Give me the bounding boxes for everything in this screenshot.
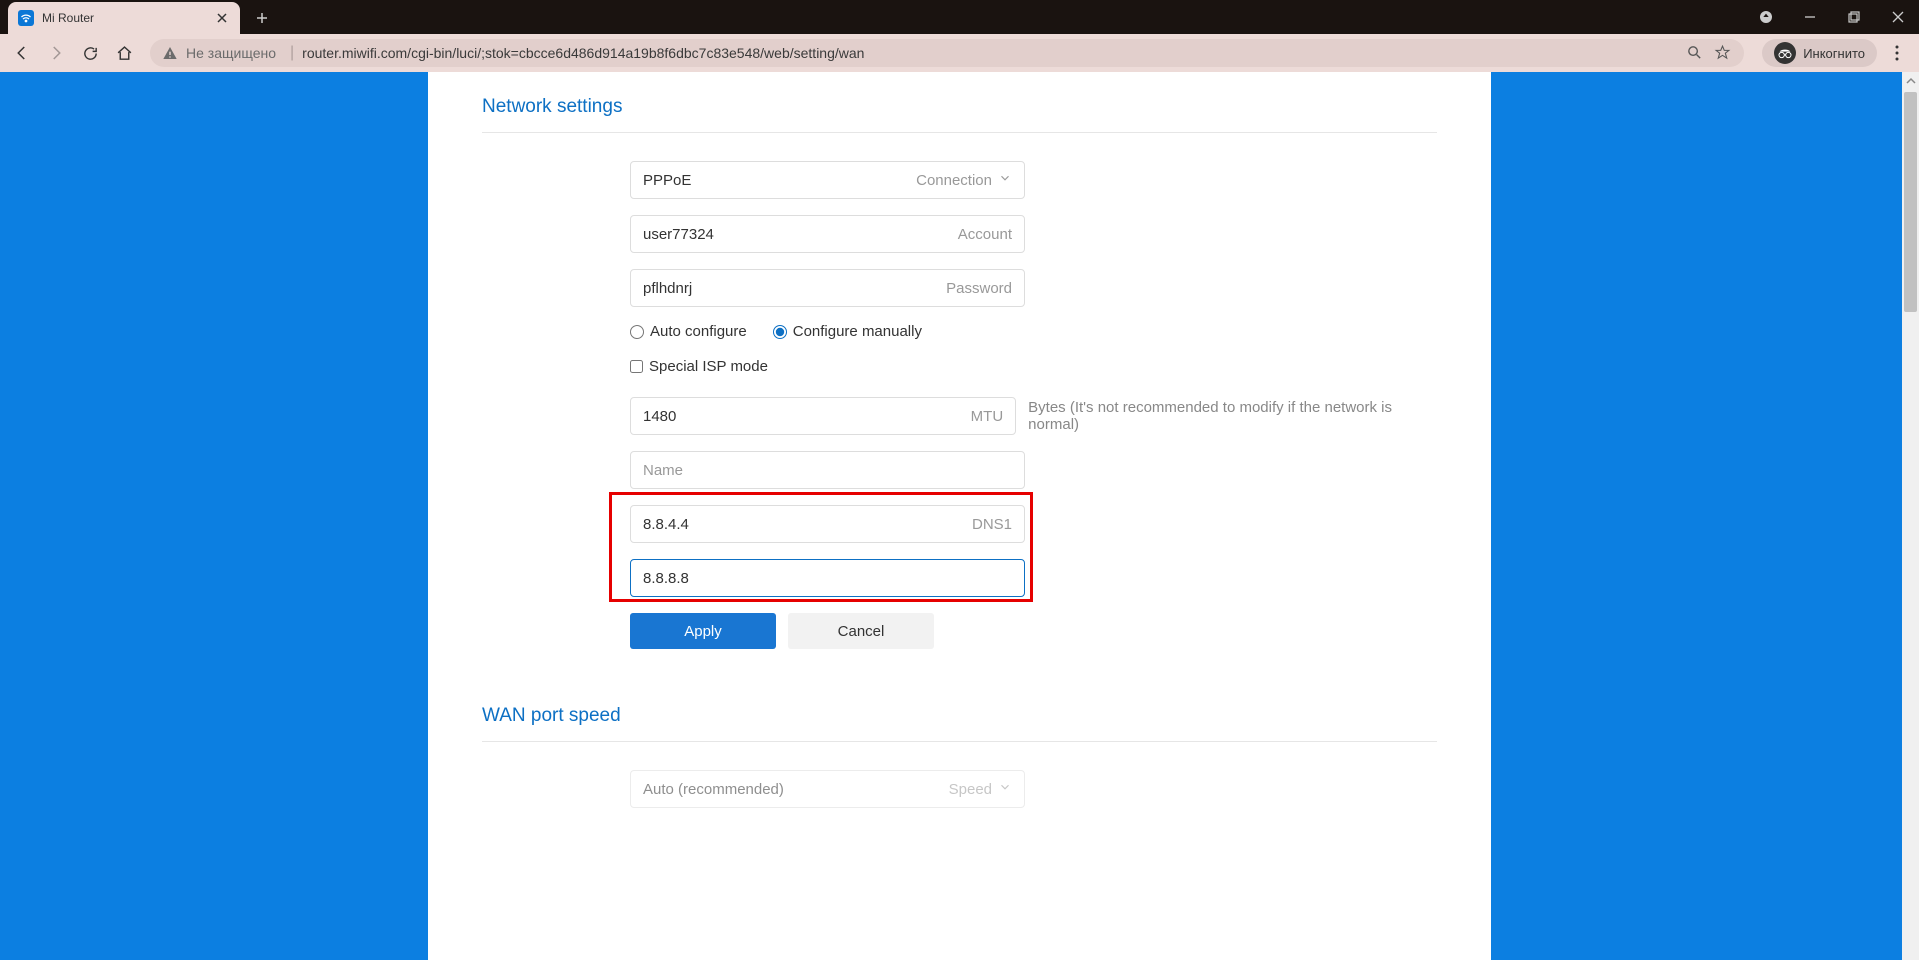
divider xyxy=(482,741,1437,742)
section-title-wan-speed: WAN port speed xyxy=(482,705,1437,727)
apply-button[interactable]: Apply xyxy=(630,613,776,649)
dns1-input[interactable] xyxy=(643,516,964,533)
name-input[interactable] xyxy=(643,462,1012,479)
divider xyxy=(482,132,1437,133)
browser-tab[interactable]: Mi Router xyxy=(8,2,240,34)
dns2-field[interactable] xyxy=(630,559,1025,597)
wan-speed-select[interactable]: Auto (recommended) Speed xyxy=(630,770,1025,808)
dns1-field[interactable]: DNS1 xyxy=(630,505,1025,543)
mtu-label: MTU xyxy=(971,408,1004,425)
form-actions: Apply Cancel xyxy=(630,613,1437,649)
connection-value: PPPoE xyxy=(643,172,908,189)
window-controls xyxy=(1753,0,1919,34)
forward-button xyxy=(42,39,70,67)
chevron-down-icon xyxy=(998,171,1012,190)
dns1-label: DNS1 xyxy=(972,516,1012,533)
password-input[interactable] xyxy=(643,280,938,297)
minimize-icon[interactable] xyxy=(1797,4,1823,30)
incognito-badge[interactable]: Инкогнито xyxy=(1762,39,1877,67)
special-isp-checkbox[interactable]: Special ISP mode xyxy=(630,358,1437,375)
mtu-field[interactable]: MTU xyxy=(630,397,1016,435)
address-bar[interactable]: Не защищено | router.miwifi.com/cgi-bin/… xyxy=(150,39,1744,67)
security-status: Не защищено xyxy=(186,45,276,61)
network-settings-form: PPPoE Connection Account Password xyxy=(630,161,1437,649)
account-label: Account xyxy=(958,226,1012,243)
chevron-down-icon xyxy=(998,780,1012,799)
home-button[interactable] xyxy=(110,39,138,67)
viewport: Network settings PPPoE Connection Accoun… xyxy=(0,72,1919,960)
radio-auto-input[interactable] xyxy=(630,325,644,339)
user-icon[interactable] xyxy=(1753,4,1779,30)
new-tab-button[interactable] xyxy=(250,6,274,30)
menu-icon[interactable] xyxy=(1883,39,1911,67)
page-content: Network settings PPPoE Connection Accoun… xyxy=(428,72,1491,960)
incognito-icon xyxy=(1774,42,1796,64)
mtu-input[interactable] xyxy=(643,408,963,425)
section-title-network: Network settings xyxy=(482,96,1437,118)
radio-manual-input[interactable] xyxy=(773,325,787,339)
mtu-hint: Bytes (It's not recommended to modify if… xyxy=(1028,399,1437,433)
special-isp-label: Special ISP mode xyxy=(649,358,768,375)
close-icon[interactable] xyxy=(214,10,230,26)
wifi-icon xyxy=(18,10,34,26)
scroll-thumb[interactable] xyxy=(1904,92,1917,312)
tab-title: Mi Router xyxy=(42,11,214,25)
wan-speed-label: Speed xyxy=(949,781,992,798)
incognito-label: Инкогнито xyxy=(1803,46,1865,61)
config-mode-radios: Auto configure Configure manually xyxy=(630,323,1437,340)
search-icon[interactable] xyxy=(1686,44,1704,62)
special-isp-input[interactable] xyxy=(630,360,643,373)
radio-auto-configure[interactable]: Auto configure xyxy=(630,323,747,340)
scrollbar[interactable] xyxy=(1902,72,1919,960)
dns2-input[interactable] xyxy=(643,570,1012,587)
maximize-icon[interactable] xyxy=(1841,4,1867,30)
browser-tabstrip: Mi Router xyxy=(0,0,1919,34)
separator: | xyxy=(290,44,294,62)
wan-speed-value: Auto (recommended) xyxy=(643,781,941,798)
account-field[interactable]: Account xyxy=(630,215,1025,253)
connection-label: Connection xyxy=(916,172,992,189)
password-label: Password xyxy=(946,280,1012,297)
password-field[interactable]: Password xyxy=(630,269,1025,307)
connection-select[interactable]: PPPoE Connection xyxy=(630,161,1025,199)
window-close-icon[interactable] xyxy=(1885,4,1911,30)
url-text: router.miwifi.com/cgi-bin/luci/;stok=cbc… xyxy=(302,45,1676,61)
account-input[interactable] xyxy=(643,226,950,243)
cancel-button[interactable]: Cancel xyxy=(788,613,934,649)
radio-configure-manually[interactable]: Configure manually xyxy=(773,323,922,340)
radio-manual-label: Configure manually xyxy=(793,323,922,340)
name-field[interactable] xyxy=(630,451,1025,489)
browser-toolbar: Не защищено | router.miwifi.com/cgi-bin/… xyxy=(0,34,1919,72)
back-button[interactable] xyxy=(8,39,36,67)
star-icon[interactable] xyxy=(1714,44,1732,62)
scroll-up-icon[interactable] xyxy=(1902,72,1919,89)
warning-icon xyxy=(162,45,178,61)
radio-auto-label: Auto configure xyxy=(650,323,747,340)
reload-button[interactable] xyxy=(76,39,104,67)
